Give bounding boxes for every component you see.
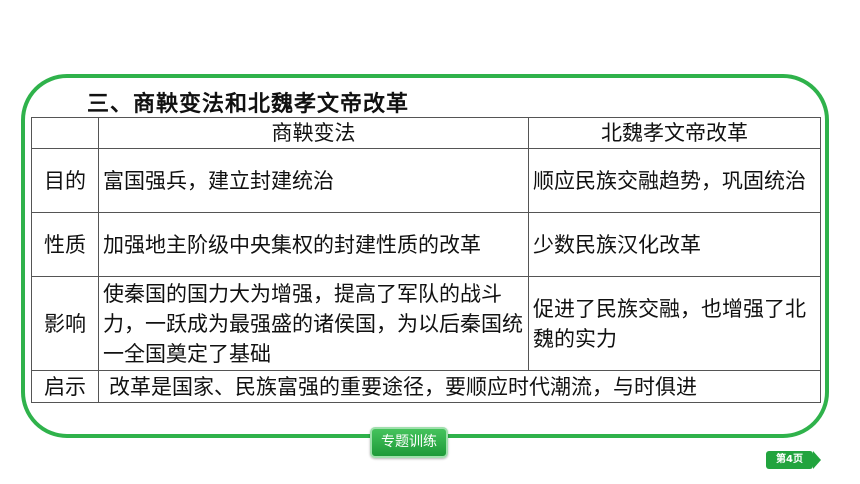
table-row: 目的 富国强兵，建立封建统治 顺应民族交融趋势，巩固统治 [31, 148, 821, 213]
table-cell: 促进了民族交融，也增强了北魏的实力 [528, 276, 821, 371]
table-row: 性质 加强地主阶级中央集权的封建性质的改革 少数民族汉化改革 [31, 212, 821, 277]
row-label: 目的 [31, 148, 99, 213]
page-arrow-icon [813, 451, 821, 469]
table-cell: 少数民族汉化改革 [528, 212, 821, 277]
row-label: 启示 [31, 370, 99, 403]
header-cell-empty [31, 117, 99, 149]
table-cell: 富国强兵，建立封建统治 [98, 148, 529, 213]
header-cell-xiaowen: 北魏孝文帝改革 [528, 117, 821, 149]
table-cell: 使秦国的国力大为增强，提高了军队的战斗力，一跃成为最强盛的诸侯国，为以后秦国统一… [98, 276, 529, 371]
row-label: 性质 [31, 212, 99, 277]
table-cell: 顺应民族交融趋势，巩固统治 [528, 148, 821, 213]
comparison-table: 商鞅变法 北魏孝文帝改革 目的 富国强兵，建立封建统治 顺应民族交融趋势，巩固统… [31, 117, 821, 403]
table-cell: 改革是国家、民族富强的重要途径，要顺应时代潮流，与时俱进 [98, 370, 821, 403]
header-cell-shang-yang: 商鞅变法 [98, 117, 529, 149]
row-label: 影响 [31, 276, 99, 371]
section-title: 三、商鞅变法和北魏孝文帝改革 [87, 92, 410, 117]
table-row: 影响 使秦国的国力大为增强，提高了军队的战斗力，一跃成为最强盛的诸侯国，为以后秦… [31, 276, 821, 371]
table-header-row: 商鞅变法 北魏孝文帝改革 [31, 117, 821, 149]
page-indicator: 第4页 [766, 451, 813, 469]
topic-training-button[interactable]: 专题训练 [370, 427, 448, 458]
table-row: 启示 改革是国家、民族富强的重要途径，要顺应时代潮流，与时俱进 [31, 370, 821, 403]
table-cell: 加强地主阶级中央集权的封建性质的改革 [98, 212, 529, 277]
